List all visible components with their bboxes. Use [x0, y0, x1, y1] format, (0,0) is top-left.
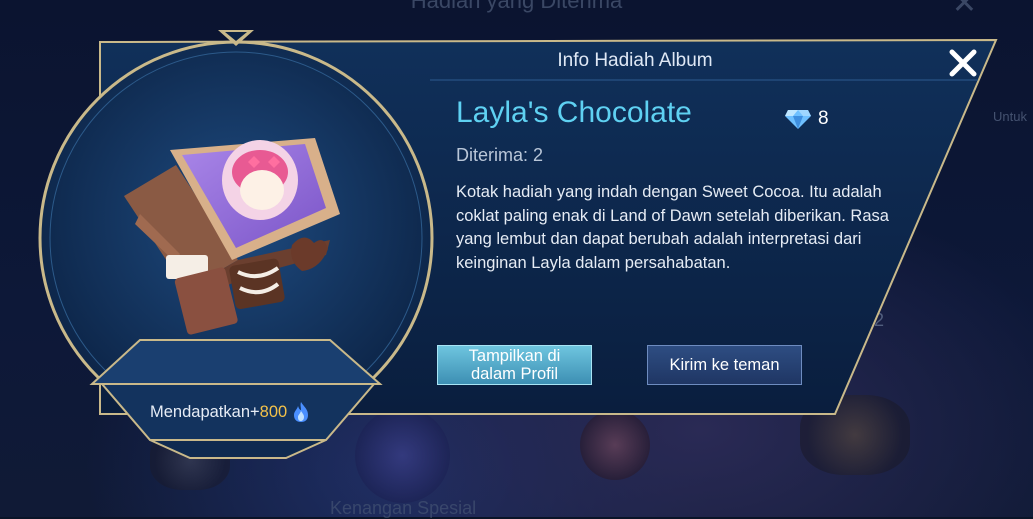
show-in-profile-label-line1: Tampilkan di [468, 347, 561, 365]
send-to-friend-label: Kirim ke teman [669, 356, 780, 374]
item-description: Kotak hadiah yang indah dengan Sweet Coc… [456, 183, 889, 272]
show-in-profile-label-line2: dalam Profil [470, 365, 559, 383]
send-to-friend-button[interactable]: Kirim ke teman [647, 345, 802, 385]
dialog-header: Info Hadiah Album [557, 50, 713, 71]
reward-points: Mendapatkan+ 800 [150, 401, 310, 423]
price-value: 8 [818, 108, 829, 129]
close-icon [949, 49, 977, 77]
reward-label: Mendapatkan+ [150, 402, 260, 421]
show-in-profile-button[interactable]: Tampilkan di dalam Profil [437, 345, 592, 385]
flame-icon [294, 402, 309, 422]
close-button[interactable] [944, 44, 982, 82]
item-name: Layla's Chocolate [456, 96, 692, 129]
received-count: Diterima: 2 [456, 145, 544, 165]
item-price: 8 [784, 106, 829, 132]
reward-value: 800 [259, 402, 288, 421]
diamond-icon [785, 110, 811, 129]
